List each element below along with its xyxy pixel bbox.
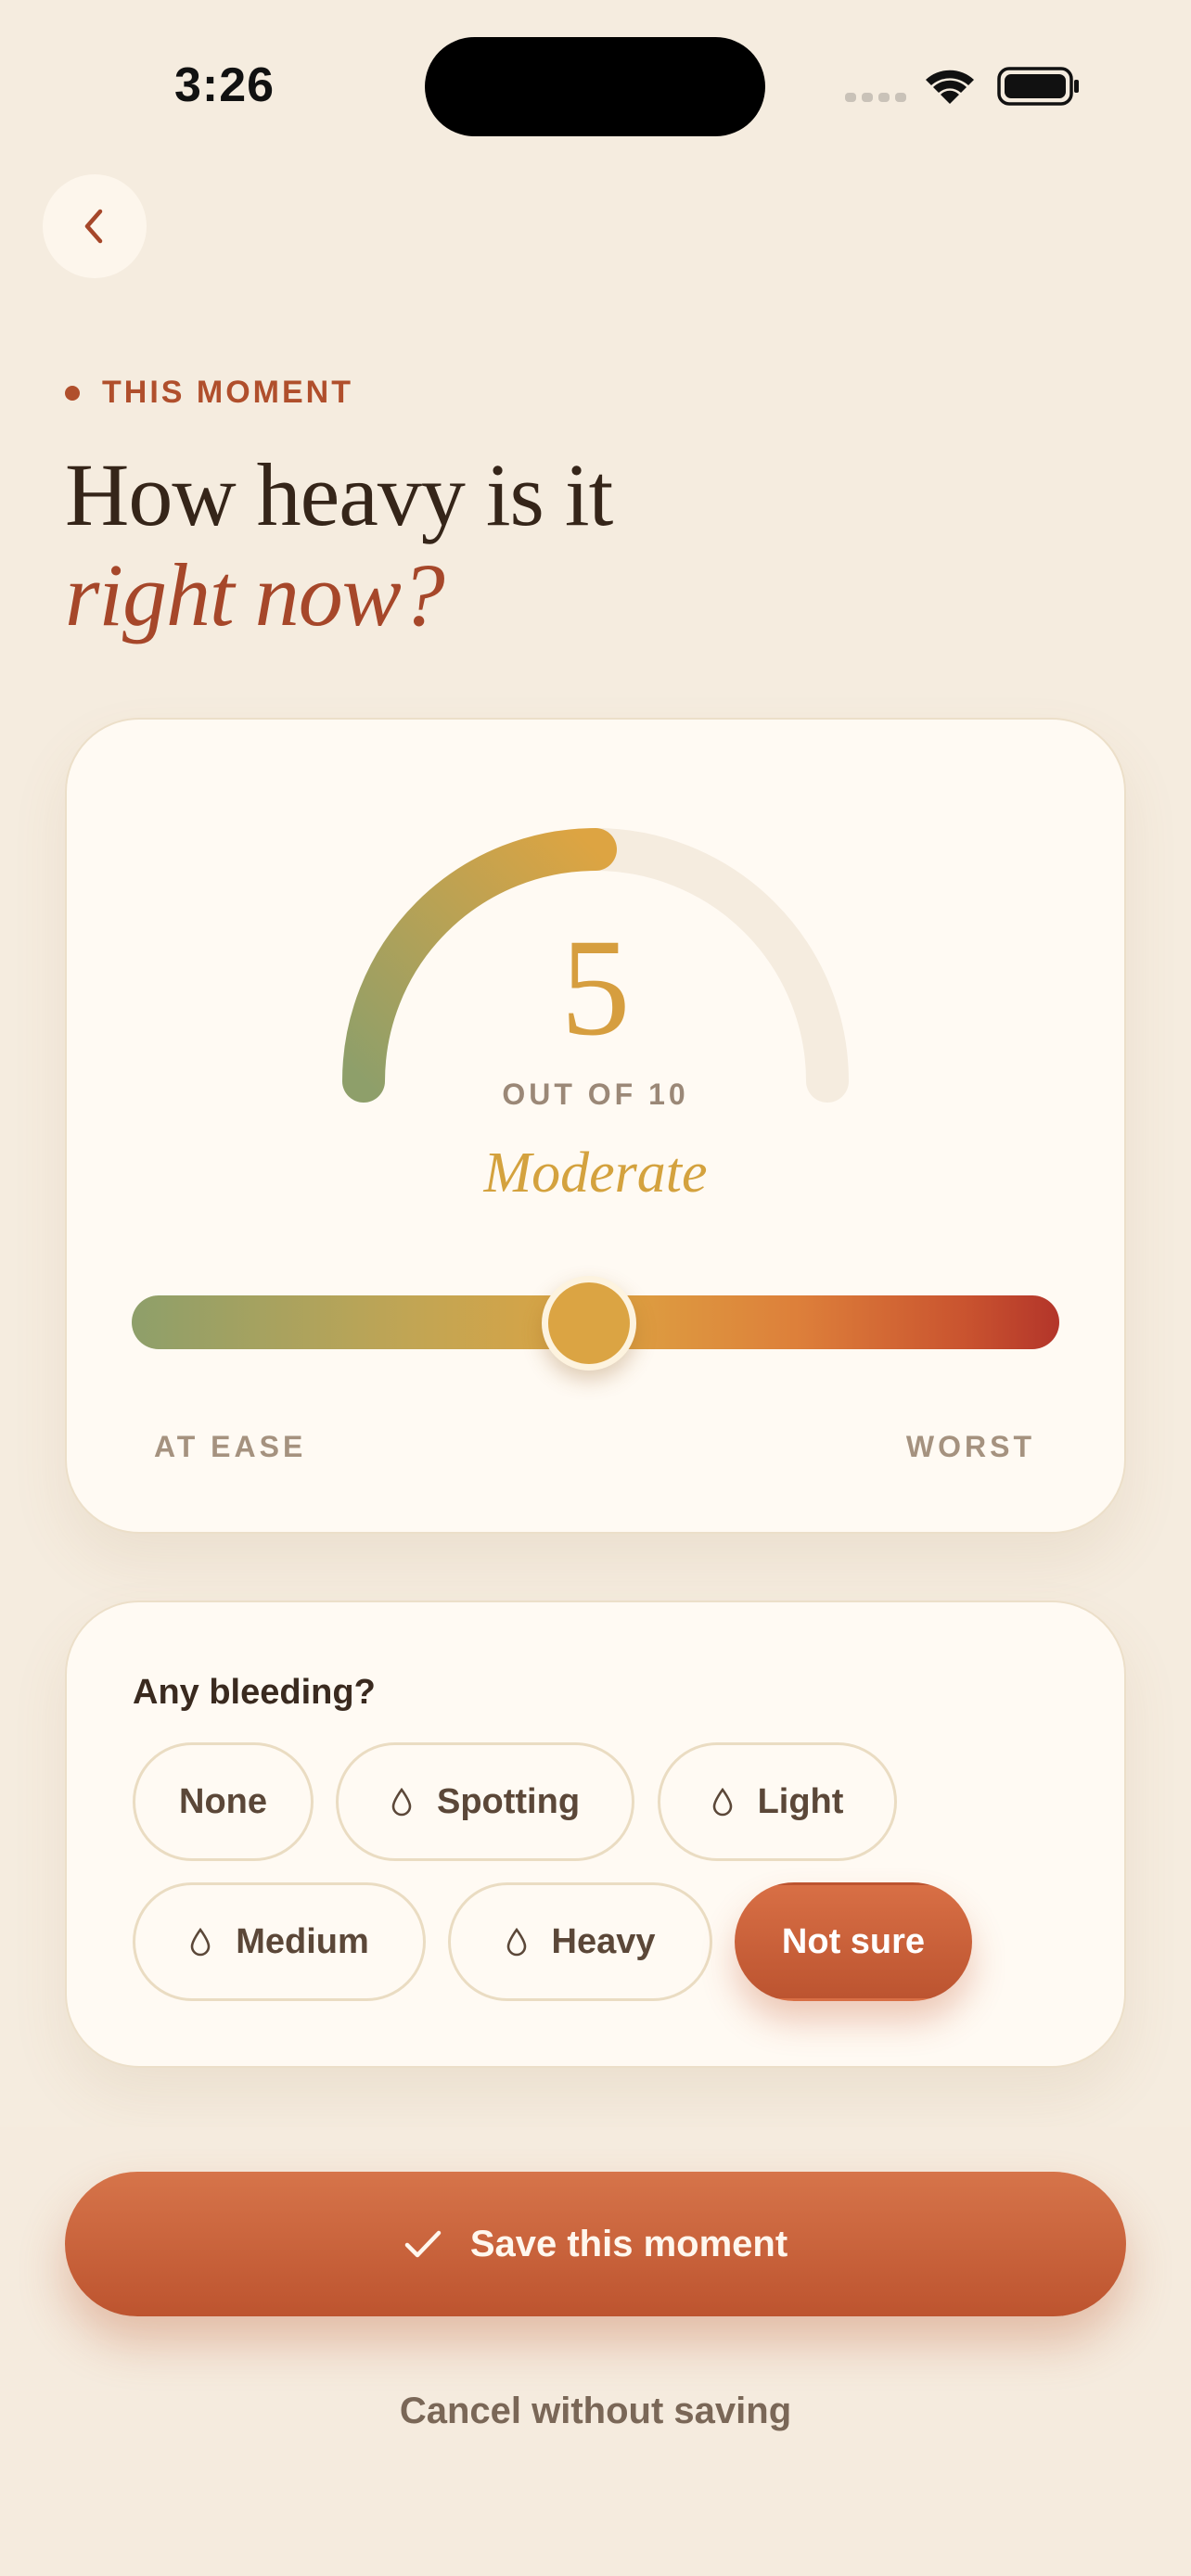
bleeding-option-spotting[interactable]: Spotting <box>336 1742 634 1861</box>
intensity-value: 5 <box>560 911 631 1065</box>
drop-icon <box>506 1927 528 1957</box>
chip-label: Light <box>757 1781 844 1821</box>
bleeding-option-not-sure[interactable]: Not sure <box>735 1882 972 2001</box>
intensity-out-of: OUT OF 10 <box>502 1078 689 1111</box>
bleeding-question: Any bleeding? <box>133 1673 376 1712</box>
chip-label: Medium <box>236 1921 369 1961</box>
save-button-label: Save this moment <box>469 2223 788 2264</box>
eyebrow-dot <box>65 385 80 401</box>
chip-label: Heavy <box>551 1921 656 1961</box>
cellular-signal-icon <box>845 93 906 102</box>
page-title: How heavy is it <box>65 445 613 544</box>
back-button[interactable] <box>43 174 147 278</box>
page-title-emphasis: right now? <box>65 545 445 644</box>
cancel-button[interactable]: Cancel without saving <box>0 2391 1191 2432</box>
eyebrow-label: THIS MOMENT <box>102 375 353 410</box>
battery-icon <box>997 67 1079 106</box>
chip-label: None <box>179 1781 267 1821</box>
bleeding-option-light[interactable]: Light <box>658 1742 897 1861</box>
drop-icon <box>711 1787 734 1817</box>
status-icons <box>839 61 1081 111</box>
wifi-icon <box>926 70 974 104</box>
chevron-left-icon <box>84 209 103 244</box>
bleeding-option-none[interactable]: None <box>133 1742 314 1861</box>
drop-icon <box>189 1927 211 1957</box>
bleeding-option-medium[interactable]: Medium <box>133 1882 426 2001</box>
dynamic-island <box>425 37 765 136</box>
chip-label: Not sure <box>781 1921 926 1961</box>
scale-min-label: AT EASE <box>154 1430 307 1463</box>
intensity-level-label: Moderate <box>483 1141 708 1205</box>
chip-label: Spotting <box>436 1781 581 1821</box>
save-button[interactable]: Save this moment <box>65 2172 1126 2316</box>
screen: 3:26 THIS MOMENT How heavy is it right n… <box>0 0 1191 2576</box>
scale-max-label: WORST <box>905 1430 1035 1463</box>
checkmark-icon <box>403 2228 442 2260</box>
intensity-slider-thumb[interactable] <box>542 1276 636 1371</box>
bleeding-option-heavy[interactable]: Heavy <box>448 1882 712 2001</box>
eyebrow: THIS MOMENT <box>65 375 353 411</box>
drop-icon <box>391 1787 413 1817</box>
status-time: 3:26 <box>174 58 275 112</box>
